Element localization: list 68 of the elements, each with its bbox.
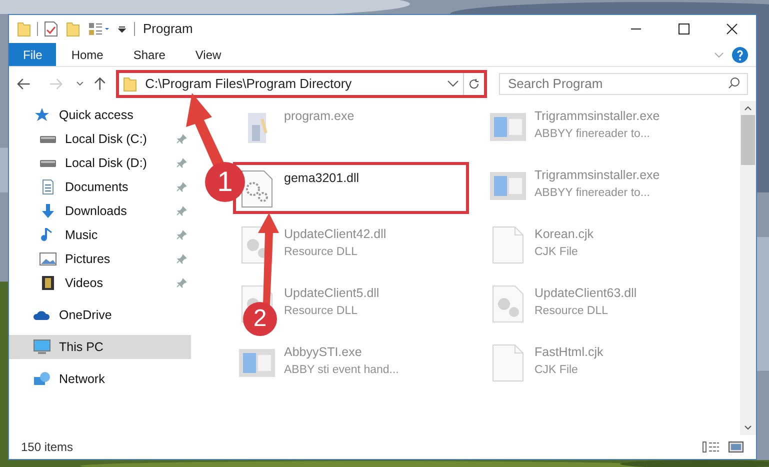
nav-item[interactable]: Downloads — [9, 199, 191, 223]
ribbon-tab[interactable]: Home — [56, 43, 118, 66]
nav-item[interactable]: Quick access — [9, 103, 191, 127]
close-icon[interactable] — [726, 23, 738, 35]
ribbon-tab[interactable]: View — [180, 43, 236, 66]
file-name: AbbyySTI.exe — [284, 344, 363, 361]
star-icon — [33, 107, 51, 123]
ribbon-tab[interactable]: Share — [118, 43, 180, 66]
address-path: C:\Program Files\Program Directory — [145, 75, 353, 94]
file-type: CJK File — [534, 362, 579, 378]
file-name: Trigrammsinstaller.exe — [534, 167, 660, 184]
drive-icon — [40, 160, 56, 166]
scroll-thumb[interactable] — [741, 115, 755, 165]
scroll-up-icon[interactable] — [744, 105, 752, 111]
status-text: 150 items — [21, 439, 74, 456]
file-name: program.exe — [284, 108, 354, 125]
up-arrow-icon[interactable] — [94, 77, 106, 91]
file-type: ABBY sti event hand... — [284, 362, 399, 378]
search-icon[interactable] — [728, 77, 740, 89]
chevron-down-icon[interactable] — [447, 80, 459, 88]
nav-item[interactable]: Documents — [9, 175, 191, 199]
help-icon[interactable] — [732, 46, 748, 62]
nav-item[interactable]: Videos — [9, 271, 191, 295]
file-type: Resource DLL — [284, 244, 359, 260]
file-name: Trigrammsinstaller.exe — [534, 108, 660, 125]
window-title: Program — [143, 20, 193, 38]
new-folder-icon — [66, 21, 80, 37]
nav-item[interactable]: Local Disk (D:) — [9, 151, 191, 175]
search-field[interactable]: Search Program — [499, 72, 748, 94]
tiles-view-icon[interactable] — [728, 440, 744, 454]
file-type: ABBYY finereader to... — [534, 126, 651, 142]
chevron-down-icon[interactable] — [76, 81, 84, 87]
nav-item[interactable]: This PC — [9, 335, 191, 359]
file-type: ABBYY finereader to... — [534, 186, 651, 201]
file-type: Resource DLL — [534, 304, 610, 319]
download-arrow-icon — [39, 203, 57, 219]
nav-item[interactable]: Local Disk (C:) — [9, 127, 191, 151]
nav-item[interactable]: OneDrive — [9, 303, 191, 327]
file-name: UpdateClient63.dll — [534, 285, 637, 302]
film-icon — [39, 275, 57, 291]
nav-item[interactable]: Music — [9, 223, 191, 247]
file-name: Korean.cjk — [534, 226, 594, 243]
scrollbar[interactable] — [740, 101, 756, 435]
file-name: UpdateClient5.dll — [284, 285, 380, 302]
refresh-icon[interactable] — [468, 78, 480, 90]
file-name: UpdateClient42.dll — [284, 226, 386, 243]
properties-icon[interactable] — [44, 21, 58, 37]
caret-icon[interactable] — [118, 25, 126, 33]
network-icon — [33, 371, 51, 387]
file-name: FastHtml.cjk — [534, 344, 604, 361]
selection-outline[interactable]: gema3201.dll — [233, 162, 469, 214]
view-options-icon[interactable] — [88, 22, 110, 36]
drive-icon — [40, 136, 56, 142]
monitor-icon — [33, 339, 51, 355]
file-type: CJK File — [534, 244, 579, 260]
maximize-icon[interactable] — [678, 23, 690, 35]
file-type: Resource DLL — [284, 304, 359, 319]
back-arrow-icon[interactable] — [17, 78, 31, 90]
folder-icon — [123, 76, 138, 92]
folder-icon — [17, 21, 31, 37]
file-name: gema3201.dll — [284, 170, 360, 187]
nav-item[interactable]: Network — [9, 367, 191, 391]
nav-item[interactable]: Pictures — [9, 247, 191, 271]
ribbon-tab[interactable]: File — [9, 43, 56, 66]
details-view-icon[interactable] — [702, 440, 720, 454]
scroll-down-icon[interactable] — [744, 425, 752, 431]
pictures-icon — [39, 251, 57, 267]
address-bar[interactable]: C:\Program Files\Program Directory — [116, 70, 487, 98]
